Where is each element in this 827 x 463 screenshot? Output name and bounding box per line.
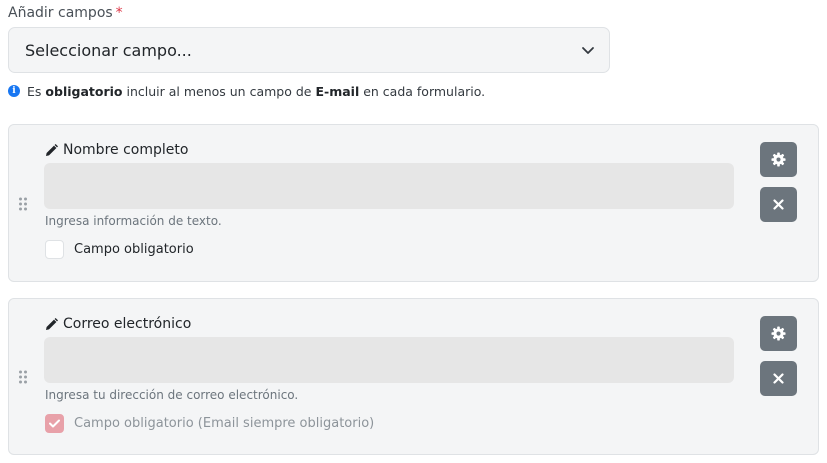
drag-handle-icon[interactable] xyxy=(18,370,28,384)
settings-button[interactable] xyxy=(760,142,797,177)
remove-field-button[interactable] xyxy=(760,187,797,222)
required-checkbox xyxy=(45,414,64,433)
field-preview-input[interactable] xyxy=(44,163,734,209)
info-icon: i xyxy=(8,85,20,97)
settings-button[interactable] xyxy=(760,316,797,351)
notice-part1: Es xyxy=(27,83,42,99)
gear-icon xyxy=(771,152,786,167)
field-card-email: Correo electrónico Ingresa tu dirección … xyxy=(8,298,819,455)
field-label[interactable]: Nombre completo xyxy=(45,142,188,158)
notice-bold1: obligatorio xyxy=(45,83,123,99)
notice-bold2: E-mail xyxy=(315,83,360,99)
notice-part2: incluir al menos un campo de xyxy=(126,83,312,99)
field-label-text: Nombre completo xyxy=(63,142,189,158)
pencil-icon xyxy=(46,317,58,330)
field-preview-input[interactable] xyxy=(44,337,734,383)
pencil-icon xyxy=(46,143,58,156)
notice-text: Es obligatorio incluir al menos un campo… xyxy=(27,84,485,99)
field-label-text: Correo electrónico xyxy=(63,316,192,332)
field-type-select[interactable]: Seleccionar campo... xyxy=(8,27,610,73)
chevron-down-icon xyxy=(582,47,594,54)
add-fields-label-text: Añadir campos xyxy=(8,5,113,21)
required-checkbox-label: Campo obligatorio xyxy=(74,242,194,257)
notice-part3: en cada formulario. xyxy=(363,83,486,99)
required-checkbox-row[interactable]: Campo obligatorio xyxy=(45,240,194,259)
field-card-name: Nombre completo Ingresa información de t… xyxy=(8,124,819,282)
required-checkbox-row: Campo obligatorio (Email siempre obligat… xyxy=(45,414,374,433)
required-checkbox[interactable] xyxy=(45,240,64,259)
drag-handle-icon[interactable] xyxy=(18,197,28,211)
required-asterisk: * xyxy=(115,5,123,21)
field-type-select-value: Seleccionar campo... xyxy=(25,40,192,60)
field-label[interactable]: Correo electrónico xyxy=(45,316,191,332)
add-fields-label: Añadir campos * xyxy=(8,5,123,21)
required-checkbox-label: Campo obligatorio (Email siempre obligat… xyxy=(74,416,375,431)
close-icon xyxy=(773,199,784,210)
field-help-text: Ingresa información de texto. xyxy=(45,214,222,228)
email-required-notice: i Es obligatorio incluir al menos un cam… xyxy=(8,82,485,100)
field-help-text: Ingresa tu dirección de correo electróni… xyxy=(45,388,299,402)
close-icon xyxy=(773,373,784,384)
remove-field-button[interactable] xyxy=(760,361,797,396)
gear-icon xyxy=(771,326,786,341)
checkmark-icon xyxy=(49,419,60,428)
